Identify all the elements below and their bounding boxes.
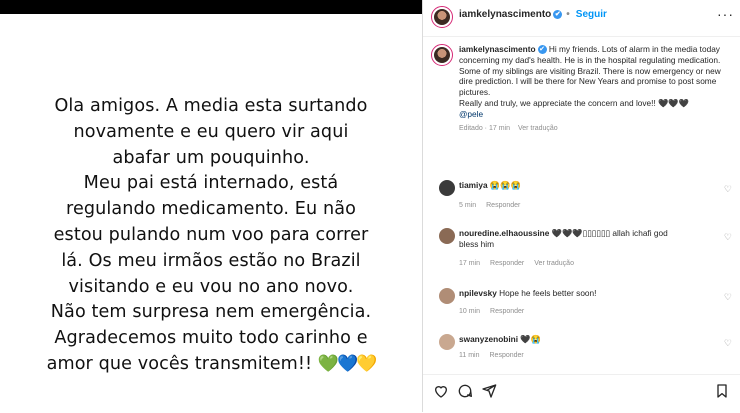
comment-row: nouredine.elhaoussine 🖤🖤🖤▯▯▯▯▯▯ allah ic… <box>423 226 740 272</box>
reply-link[interactable]: Responder <box>490 308 524 315</box>
comment-row: npilevsky Hope he feels better soon! 10 … <box>423 286 740 322</box>
story-line: regulando medicamento. Eu não <box>66 199 356 220</box>
avatar[interactable] <box>439 334 455 350</box>
hearts-emoji: 💚💙💛 <box>317 353 377 374</box>
reply-link[interactable]: Responder <box>490 260 524 267</box>
edited-time: Editado · 17 min <box>459 124 510 132</box>
header-user: iamkelynascimento ✔ • Seguir <box>459 9 607 20</box>
action-bar <box>423 374 740 413</box>
comment-meta: 10 min Responder <box>459 308 534 315</box>
story-line: Não tem surpresa nem emergência. <box>50 302 372 323</box>
bookmark-icon[interactable] <box>714 383 730 399</box>
like-comment-icon[interactable]: ♡ <box>724 184 732 195</box>
story-line: Ola amigos. A media esta surtando <box>54 96 368 116</box>
story-line: Agradecemos muito todo carinho e <box>54 328 368 349</box>
comment-time: 11 min <box>459 352 480 359</box>
comment-time: 17 min <box>459 260 481 267</box>
story-line: visitando e eu vou no ano novo. <box>68 276 354 297</box>
caption-body-2: Really and truly, we appreciate the conc… <box>459 97 690 108</box>
story-line: novamente e eu quero vir aqui <box>73 121 349 142</box>
like-comment-icon[interactable]: ♡ <box>724 338 732 349</box>
comment-body: Hope he feels better soon! <box>499 288 597 298</box>
verified-icon: ✔ <box>553 9 563 19</box>
story-line: lá. Os meu irmãos estão no Brazil <box>61 250 361 271</box>
heart-icon[interactable] <box>433 383 449 399</box>
username-link[interactable]: iamkelynascimento <box>459 9 551 20</box>
translate-link[interactable]: Ver tradução <box>518 125 558 132</box>
comment-icon[interactable] <box>457 383 473 399</box>
post-header: iamkelynascimento ✔ • Seguir ··· <box>423 0 740 37</box>
verified-icon: ✔ <box>537 45 547 55</box>
story-line: estou pulando num voo para correr <box>53 224 369 245</box>
comment-time: 10 min <box>459 308 481 315</box>
story-top-bar <box>0 0 422 14</box>
comment-text: npilevsky Hope he feels better soon! <box>459 288 689 299</box>
comment-text: nouredine.elhaoussine 🖤🖤🖤▯▯▯▯▯▯ allah ic… <box>459 228 689 250</box>
avatar[interactable] <box>439 228 455 244</box>
more-options-icon[interactable]: ··· <box>717 6 734 22</box>
comment-time: 5 min <box>459 202 477 209</box>
comment-meta: 11 min Responder <box>459 352 534 359</box>
caption-username[interactable]: iamkelynascimento <box>459 44 536 54</box>
story-line-last: amor que vocês transmitem!! 💚💙💛 <box>0 352 422 378</box>
comment-username[interactable]: npilevsky <box>459 288 497 298</box>
reply-link[interactable]: Responder <box>490 352 524 359</box>
translate-link[interactable]: Ver tradução <box>534 260 574 267</box>
follow-button[interactable]: Seguir <box>576 9 607 20</box>
comment-body: 😭😭😭 <box>489 180 521 190</box>
post-panel: iamkelynascimento ✔ • Seguir ··· iamkelynas… <box>423 0 740 412</box>
story-line: Meu pai está internado, está <box>83 173 339 194</box>
story-panel: Ola amigos. A media esta surtando novame… <box>0 0 422 412</box>
comment-body: 🖤😭 <box>520 334 541 344</box>
avatar[interactable] <box>431 6 453 28</box>
story-text: Ola amigos. A media esta surtando novame… <box>0 94 422 378</box>
like-comment-icon[interactable]: ♡ <box>724 292 732 303</box>
comment-username[interactable]: tiamiya <box>459 180 488 190</box>
story-line: abafar um pouquinho. <box>112 147 310 168</box>
comment-username[interactable]: swanyzenobini <box>459 334 518 344</box>
comment-row: swanyzenobini 🖤😭 11 min Responder ♡ <box>423 332 740 368</box>
mention-link[interactable]: @pele <box>459 109 483 119</box>
comment-meta: 5 min Responder <box>459 202 530 209</box>
share-icon[interactable] <box>481 383 497 399</box>
like-comment-icon[interactable]: ♡ <box>724 232 732 243</box>
avatar[interactable] <box>439 180 455 196</box>
avatar[interactable] <box>439 288 455 304</box>
avatar[interactable] <box>431 44 453 66</box>
caption-text: iamkelynascimento ✔ Hi my friends. Lots o… <box>459 44 735 134</box>
caption-meta: Editado · 17 min Ver tradução <box>459 124 735 135</box>
story-line: amor que vocês transmitem!! <box>46 353 313 374</box>
comment-text: tiamiya 😭😭😭 <box>459 180 689 191</box>
reply-link[interactable]: Responder <box>486 202 520 209</box>
comment-meta: 17 min Responder Ver tradução <box>459 260 584 267</box>
comment-username[interactable]: nouredine.elhaoussine <box>459 228 549 238</box>
comment-row: tiamiya 😭😭😭 5 min Responder ♡ <box>423 178 740 216</box>
comment-text: swanyzenobini 🖤😭 <box>459 334 689 345</box>
